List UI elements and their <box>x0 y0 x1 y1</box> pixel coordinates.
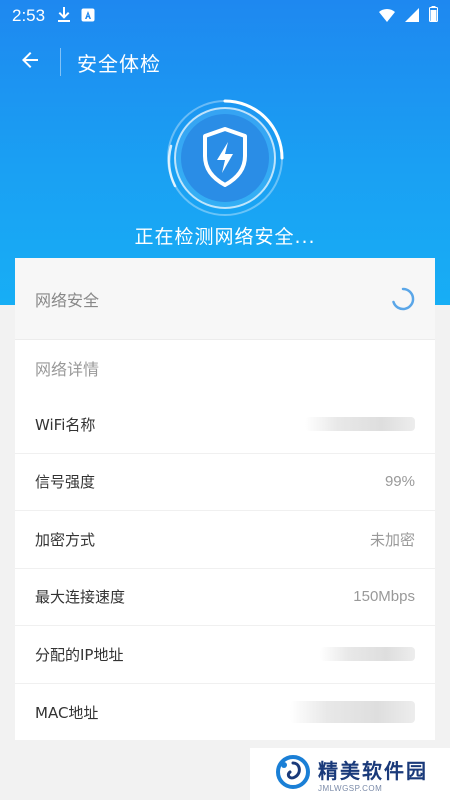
wifi-signal-icon <box>379 7 395 26</box>
signal-strength-value: 99% <box>384 473 415 491</box>
max-speed-label: 最大连接速度 <box>35 588 126 607</box>
app-bar: 安全体检 <box>0 36 450 88</box>
ip-address-row: 分配的IP地址 <box>15 626 435 684</box>
mac-address-value-redacted <box>290 701 415 724</box>
mac-address-label: MAC地址 <box>35 703 99 722</box>
network-security-label: 网络安全 <box>35 290 100 310</box>
signal-strength-row: 信号强度 99% <box>15 454 435 511</box>
scan-shield-graphic <box>165 98 285 218</box>
wifi-name-label: WiFi名称 <box>35 415 96 434</box>
network-security-row[interactable]: 网络安全 <box>15 258 435 340</box>
status-bar: 2:53 <box>0 0 450 32</box>
network-info-card: 网络安全 网络详情 WiFi名称 信号强度 99% 加密方式 未加密 最大连接速… <box>15 258 435 740</box>
watermark-name: 精美软件园 <box>318 759 428 783</box>
title-divider <box>60 48 61 76</box>
battery-icon <box>429 6 438 26</box>
scan-status-text: 正在检测网络安全... <box>134 226 316 248</box>
watermark-logo-icon <box>276 755 310 793</box>
ip-address-label: 分配的IP地址 <box>35 645 124 664</box>
max-speed-value: 150Mbps <box>353 588 415 606</box>
arrow-left-icon <box>18 48 42 76</box>
encryption-row: 加密方式 未加密 <box>15 511 435 569</box>
ip-address-value-redacted <box>320 647 415 662</box>
watermark: 精美软件园 JMLWGSP.COM <box>250 748 450 800</box>
mac-address-row: MAC地址 <box>15 684 435 742</box>
encryption-value: 未加密 <box>369 531 415 549</box>
app-notification-icon <box>81 7 95 26</box>
back-button[interactable] <box>0 36 60 88</box>
max-speed-row: 最大连接速度 150Mbps <box>15 569 435 626</box>
network-details-title: 网络详情 <box>35 360 100 379</box>
wifi-name-value-redacted <box>305 417 415 432</box>
signal-strength-label: 信号强度 <box>35 473 96 492</box>
status-time: 2:53 <box>12 6 46 25</box>
page-title: 安全体检 <box>77 51 161 76</box>
cell-signal-icon <box>405 7 419 26</box>
encryption-label: 加密方式 <box>35 530 96 549</box>
wifi-name-row: WiFi名称 <box>15 396 435 454</box>
download-icon <box>57 6 71 26</box>
loading-spinner-icon <box>391 287 415 311</box>
watermark-url: JMLWGSP.COM <box>318 784 383 793</box>
